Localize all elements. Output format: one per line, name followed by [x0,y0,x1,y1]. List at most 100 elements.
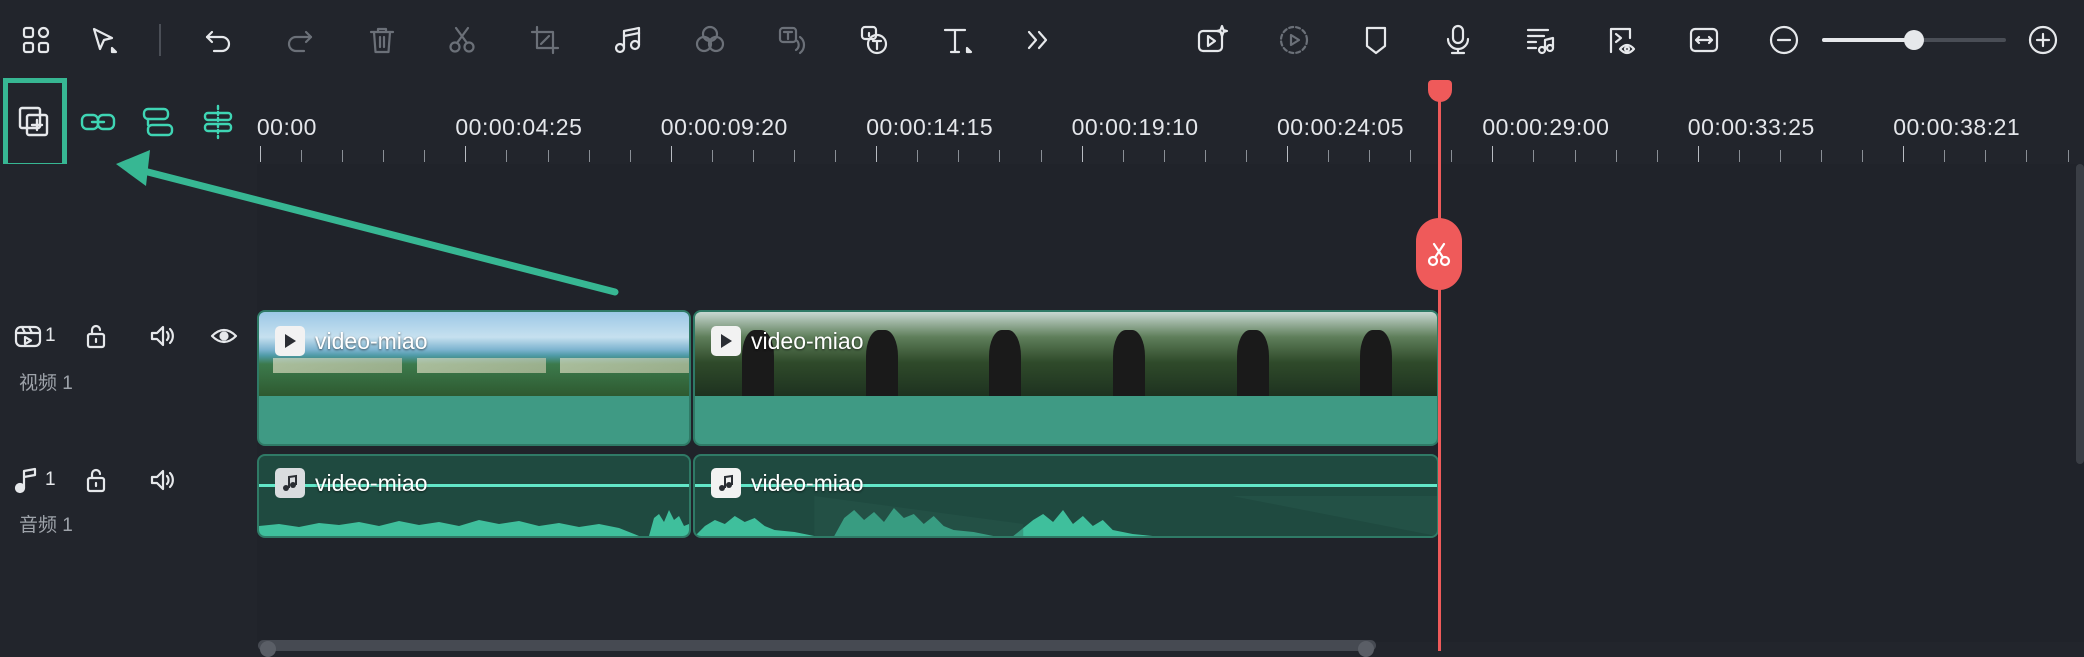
audio-clip[interactable]: video-miao [257,454,691,538]
layout-grid-icon[interactable] [14,18,58,62]
text-tool-icon[interactable] [934,18,978,62]
clip-title: video-miao [751,469,864,496]
video-track-header: 1 视频 1 [0,314,257,424]
track-headers: 1 视频 1 1 音频 1 [0,164,257,642]
clip-thumbnail [545,312,689,396]
ruler-tick [1287,146,1288,162]
clip-label: video-miao [275,326,428,356]
link-clips-icon[interactable] [76,100,120,144]
redo-icon[interactable] [278,18,322,62]
preview-eye-icon[interactable] [1600,18,1644,62]
cut-icon[interactable] [440,18,484,62]
ruler-tick [1944,150,1946,162]
marker-icon[interactable] [1354,18,1398,62]
lock-icon[interactable] [76,316,116,356]
ruler-tick [1328,150,1330,162]
video-track-icon [8,316,48,356]
microphone-icon[interactable] [1436,18,1480,62]
ruler-tick [506,150,508,162]
ai-media-icon[interactable] [1190,18,1234,62]
highlight-box [3,78,67,168]
clip-thumbnail [942,312,1067,396]
ruler-tick [1410,150,1412,162]
speech-to-text-icon[interactable] [770,18,814,62]
ruler-tick [1862,150,1864,162]
ruler-tick [629,150,631,162]
audio-clip[interactable]: video-miao [693,454,1439,538]
scroll-handle-left[interactable] [260,641,276,657]
ruler-time-label: 00:00:14:15 [866,114,994,140]
ruler-tick [2026,150,2028,162]
color-circles-icon[interactable] [688,18,732,62]
ruler-tick [588,150,590,162]
ruler-time-label: 00:00:04:25 [455,114,583,140]
delete-icon[interactable] [360,18,404,62]
select-pointer-icon[interactable] [82,18,126,62]
clip-title: video-miao [315,327,428,354]
audio-track-name: 音频 1 [19,515,73,536]
ruler-tick [1204,150,1206,162]
clip-thumbnail [1066,312,1190,396]
zoom-out-icon[interactable] [1762,18,1806,62]
ruler-time-label: 00:00:38:21 [1893,114,2021,140]
ruler-tick [1451,150,1453,162]
eye-icon[interactable] [204,316,244,356]
undo-icon[interactable] [196,18,240,62]
clip-title: video-miao [315,469,428,496]
fit-width-icon[interactable] [1682,18,1726,62]
zoom-slider[interactable] [1822,30,2006,50]
crop-icon[interactable] [523,18,567,62]
video-clip[interactable]: video-miao [693,310,1439,446]
music-note-icon [6,460,46,500]
ruler-tick [424,150,426,162]
zoom-slider-fill [1822,38,1914,42]
video-track-number: 1 [45,325,56,346]
ruler-tick [1163,150,1165,162]
toolbar-divider [159,24,161,56]
ruler-tick [1081,146,1083,162]
ruler-tick [1245,150,1247,162]
lock-icon[interactable] [76,460,116,500]
ruler-tick [711,150,713,162]
more-chevron-icon[interactable] [1016,18,1060,62]
ruler-tick [1615,150,1617,162]
playhead[interactable] [1438,84,1441,651]
music-note-icon [275,468,305,498]
clip-title: video-miao [751,327,864,354]
ruler-tick [752,150,754,162]
audio-note-icon[interactable] [606,18,650,62]
horizontal-scrollbar[interactable] [258,640,1376,657]
music-note-icon [711,468,741,498]
timeline-ruler[interactable]: :00:00 00:00:04:25 00:00:09:20 00:00:14:15 0… [257,80,2084,164]
render-preview-icon[interactable] [1272,18,1316,62]
ruler-tick [1533,150,1535,162]
split-scissors-icon[interactable] [1416,218,1462,290]
ruler-tick [383,150,385,162]
audio-waveform [695,496,1437,536]
ruler-tick [999,150,1001,162]
vertical-scrollbar[interactable] [2076,164,2084,464]
clip-thumbnail [1189,312,1314,396]
audio-track-header: 1 音频 1 [0,460,257,560]
ruler-tick [794,150,796,162]
video-clip[interactable]: video-miao [257,310,691,446]
ruler-tick [1492,146,1494,162]
scroll-handle-right[interactable] [1358,641,1374,657]
track-group-icon[interactable] [136,100,180,144]
zoom-in-icon[interactable] [2021,18,2065,62]
clip-label: video-miao [711,326,864,356]
ruler-tick [465,146,467,162]
zoom-slider-handle[interactable] [1904,30,1924,50]
audio-mixer-icon[interactable] [1518,18,1562,62]
ruler-tick [1656,150,1658,162]
text-to-speech-icon[interactable] [852,18,896,62]
ruler-tick [670,146,672,162]
magnetic-snap-icon[interactable] [196,100,240,144]
ruler-tick [1369,150,1371,162]
ruler-tick [958,150,960,162]
play-icon [275,326,305,356]
ruler-tick [917,150,919,162]
speaker-icon[interactable] [142,316,182,356]
speaker-icon[interactable] [142,460,182,500]
ruler-tick [1985,150,1987,162]
